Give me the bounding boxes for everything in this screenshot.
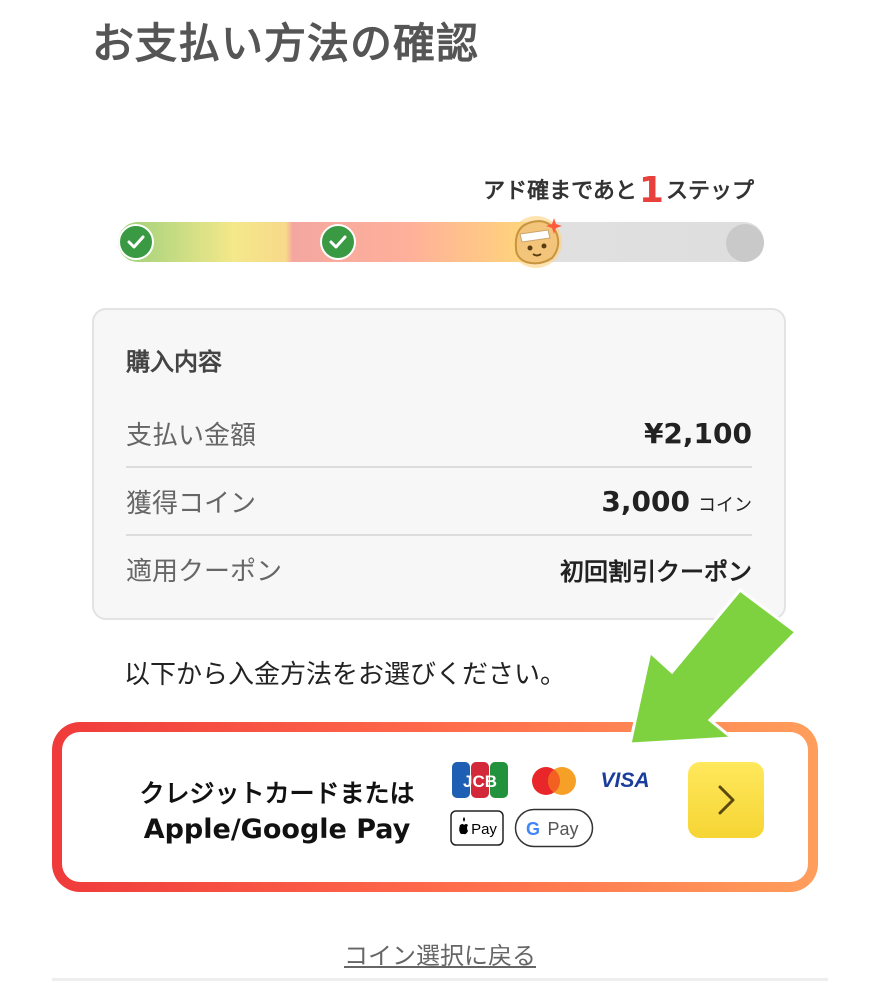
progress-bar — [118, 216, 764, 268]
coins-unit: コイン — [698, 494, 752, 516]
summary-row-coins: 獲得コイン 3,000 コイン — [126, 468, 752, 534]
step-pending-dot — [726, 224, 764, 262]
step-complete-check-icon — [118, 224, 154, 260]
apple-pay-logo-icon: Pay — [450, 810, 504, 846]
payment-label-line1: クレジットカードまたは — [139, 779, 415, 808]
mascot-character-icon — [510, 216, 562, 268]
mastercard-logo-icon — [532, 767, 576, 795]
jcb-logo-icon: JCB — [452, 762, 508, 798]
progress-track — [118, 222, 764, 262]
jcb-logo-text: JCB — [463, 772, 497, 791]
purchase-summary-card: 購入内容 支払い金額 ¥2,100 獲得コイン 3,000 コイン 適用クーポン … — [92, 308, 786, 620]
summary-heading: 購入内容 — [126, 348, 222, 376]
coins-value-group: 3,000 コイン — [601, 485, 752, 518]
back-to-coin-selection-link[interactable]: コイン選択に戻る — [0, 936, 880, 971]
amount-label: 支払い金額 — [126, 420, 257, 451]
svg-text:G: G — [526, 819, 540, 839]
chevron-right-icon — [718, 785, 735, 815]
page-title: お支払い方法の確認 — [92, 19, 480, 68]
bottom-divider — [52, 978, 828, 981]
payment-label-line2: Apple/Google Pay — [143, 814, 411, 845]
coupon-label: 適用クーポン — [126, 556, 283, 587]
payment-option-label: クレジットカードまたは Apple/Google Pay — [112, 776, 442, 848]
coins-label: 獲得コイン — [126, 488, 257, 519]
step-complete-check-icon — [320, 224, 356, 260]
pointer-arrow-icon — [628, 587, 799, 746]
steps-remaining-count: 1 — [638, 170, 664, 211]
visa-logo-text: VISA — [600, 769, 649, 792]
summary-row-amount: 支払い金額 ¥2,100 — [126, 400, 752, 466]
payment-instruction: 以下から入金方法をお選びください。 — [124, 660, 567, 690]
apple-pay-logo-text: Pay — [471, 821, 497, 838]
google-pay-logo-text: Pay — [547, 819, 578, 839]
coins-value: 3,000 — [601, 484, 690, 518]
next-button[interactable] — [688, 762, 764, 838]
steps-remaining-text: アド確まであと1ステップ — [483, 166, 754, 211]
steps-prefix: アド確まであと — [483, 179, 637, 204]
steps-suffix: ステップ — [665, 179, 754, 204]
google-pay-logo-icon: G Pay — [514, 808, 594, 848]
amount-value: ¥2,100 — [643, 416, 752, 450]
